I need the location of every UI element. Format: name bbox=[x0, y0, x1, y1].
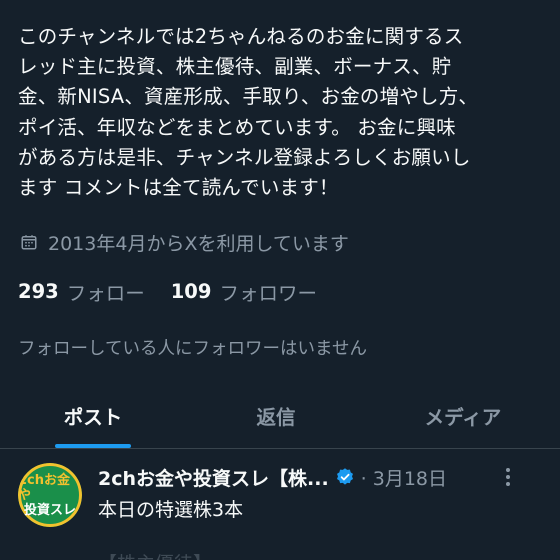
post-header: 2chお金や投資スレ【株... · 3月18日 bbox=[98, 463, 538, 491]
follow-stats: 293 フォロー 109 フォロワー bbox=[18, 276, 317, 306]
followers-count: 109 bbox=[170, 279, 212, 303]
followers-link[interactable]: 109 フォロワー bbox=[171, 277, 317, 306]
profile-bio: このチャンネルでは2ちゃんねるのお金に関するス レッド主に投資、株主優待、副業、… bbox=[18, 22, 546, 203]
bio-line: レッド主に投資、株主優待、副業、ボーナス、貯 bbox=[18, 55, 452, 79]
post-item[interactable]: 2chお金や 投資スレ 2chお金や投資スレ【株... · 3月18日 本日の特… bbox=[0, 449, 560, 560]
bio-line: がある方は是非、チャンネル登録よろしくお願いし bbox=[18, 145, 471, 169]
joined-date: 2013年4月からXを利用しています bbox=[20, 228, 349, 256]
avatar[interactable]: 2chお金や 投資スレ bbox=[18, 463, 82, 527]
avatar-text: 2chお金や bbox=[18, 472, 71, 503]
following-count: 293 bbox=[18, 279, 59, 303]
active-tab-indicator bbox=[55, 444, 131, 448]
tab-label: 返信 bbox=[256, 405, 296, 429]
joined-text: 2013年4月からXを利用しています bbox=[48, 232, 349, 255]
verified-badge-icon bbox=[336, 468, 353, 485]
tab-posts[interactable]: ポスト bbox=[0, 382, 186, 448]
following-label: フォロー bbox=[66, 281, 145, 305]
avatar-text: 投資スレ bbox=[23, 502, 76, 518]
tab-media[interactable]: メディア bbox=[366, 382, 560, 448]
profile-tabs: ポスト 返信 メディア bbox=[0, 382, 560, 449]
calendar-icon bbox=[21, 235, 37, 250]
post-text-continued: 【株主優待】 bbox=[98, 549, 212, 560]
mutual-followers-note: フォローしている人にフォロワーはいません bbox=[18, 339, 367, 359]
following-link[interactable]: 293 フォロー bbox=[18, 277, 145, 306]
bio-line: ポイ活、年収などをまとめています。 お金に興味 bbox=[18, 115, 456, 139]
tab-replies[interactable]: 返信 bbox=[186, 382, 366, 448]
tab-label: ポスト bbox=[63, 405, 123, 429]
post-date[interactable]: · 3月18日 bbox=[361, 464, 447, 491]
more-options-icon[interactable] bbox=[496, 465, 520, 489]
tab-label: メディア bbox=[424, 405, 502, 429]
followers-label: フォロワー bbox=[219, 281, 317, 305]
post-author[interactable]: 2chお金や投資スレ【株... bbox=[98, 464, 329, 491]
bio-line: このチャンネルでは2ちゃんねるのお金に関するス bbox=[18, 25, 464, 48]
bio-line: ます コメントは全て読んでいます！ bbox=[18, 176, 339, 200]
bio-line: 金、新NISA、資産形成、手取り、お金の増やし方、 bbox=[18, 85, 479, 109]
post-text: 本日の特選株3本 bbox=[98, 499, 244, 521]
